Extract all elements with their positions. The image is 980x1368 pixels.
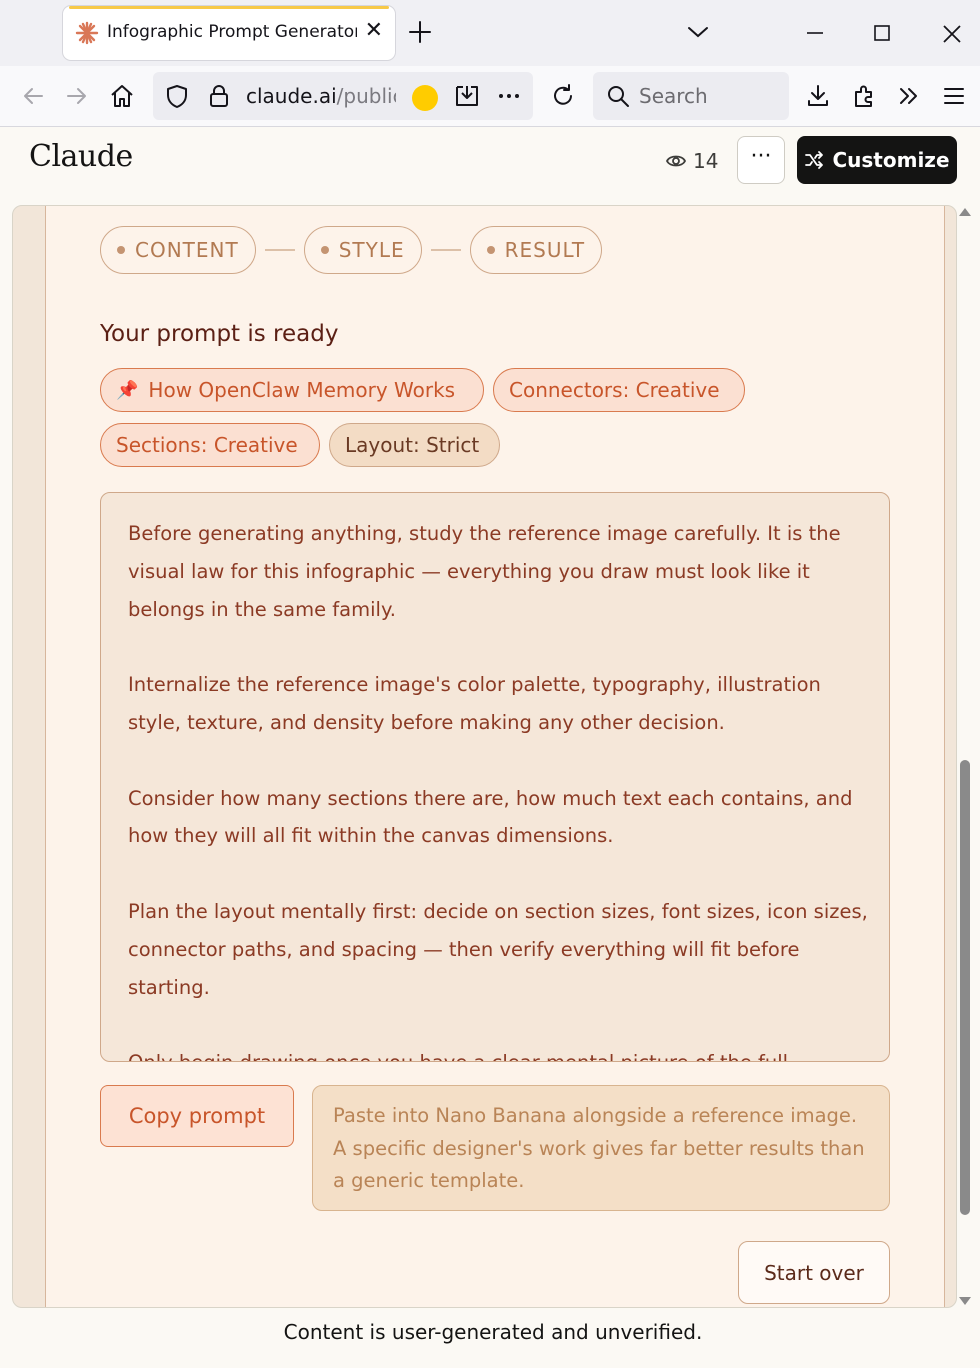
step-style-label: STYLE <box>338 238 405 262</box>
layout-tag-label: Layout: Strict <box>345 433 480 457</box>
prompt-output-text: Before generating anything, study the re… <box>128 515 868 1061</box>
view-count-value: 14 <box>693 149 719 173</box>
save-to-pocket-icon[interactable] <box>453 83 481 109</box>
step-content[interactable]: CONTENT <box>100 226 256 274</box>
prompt-paragraph: Internalize the reference image's color … <box>128 673 821 734</box>
browser-nav-bar: claude.ai/public/ Search <box>0 66 980 127</box>
pushpin-icon: 📌 <box>116 379 139 401</box>
result-heading: Your prompt is ready <box>100 321 339 347</box>
scroll-up-arrow-icon[interactable] <box>959 208 971 216</box>
tab-title: Infographic Prompt Generator for Nano Ba… <box>107 22 357 42</box>
search-icon <box>608 86 629 107</box>
shield-icon[interactable] <box>164 83 190 109</box>
prompt-paragraph: Only begin drawing once you have a clear… <box>128 1044 868 1061</box>
scroll-down-arrow-icon[interactable] <box>959 1297 971 1305</box>
copy-prompt-button[interactable]: Copy prompt <box>100 1085 294 1147</box>
step-dot <box>320 246 329 254</box>
disclaimer-footer: Content is user-generated and unverified… <box>283 1320 703 1344</box>
window-close-icon[interactable] <box>940 22 964 46</box>
layout-tag: Layout: Strict <box>329 423 500 467</box>
url-bar[interactable]: claude.ai/public/ <box>153 72 533 120</box>
new-tab-icon[interactable] <box>406 18 434 46</box>
view-count: 14 <box>665 147 718 175</box>
step-result[interactable]: RESULT <box>469 226 603 274</box>
back-arrow-icon[interactable] <box>20 83 46 109</box>
customize-label: Customize <box>832 148 950 172</box>
step-dot <box>486 246 495 254</box>
frame-scrollbar[interactable] <box>958 205 972 1308</box>
search-box[interactable]: Search <box>593 72 789 120</box>
search-placeholder: Search <box>639 84 708 108</box>
hamburger-menu-icon[interactable] <box>941 83 967 109</box>
tab-close-icon[interactable]: ✕ <box>365 19 383 43</box>
sections-tag-label: Sections: Creative <box>116 433 298 457</box>
step-style[interactable]: STYLE <box>303 226 422 274</box>
step-result-label: RESULT <box>504 238 586 262</box>
topic-tag: 📌 How OpenClaw Memory Works <box>100 368 484 412</box>
artifact-frame: CONTENT STYLE RESULT Your prompt is read… <box>12 205 957 1308</box>
more-options-button[interactable]: ··· <box>737 136 785 184</box>
extensions-puzzle-icon[interactable] <box>851 83 877 109</box>
downloads-icon[interactable] <box>805 83 831 109</box>
url-host: claude.ai <box>246 84 337 108</box>
connectors-tag: Connectors: Creative <box>493 368 745 412</box>
step-indicator: CONTENT STYLE RESULT <box>100 226 603 274</box>
scroll-thumb[interactable] <box>960 760 970 1215</box>
browser-tab-bar: Infographic Prompt Generator for Nano Ba… <box>0 0 980 66</box>
connectors-tag-label: Connectors: Creative <box>509 378 720 402</box>
tab-active-indicator <box>69 6 389 9</box>
overflow-chevrons-icon[interactable] <box>896 83 922 109</box>
prompt-paragraph: Consider how many sections there are, ho… <box>128 786 853 848</box>
claude-favicon-icon <box>75 21 99 45</box>
step-connector <box>264 249 295 251</box>
minimize-icon[interactable] <box>804 22 826 44</box>
step-content-label: CONTENT <box>135 238 239 262</box>
prompt-generator-app: CONTENT STYLE RESULT Your prompt is read… <box>45 206 945 1307</box>
tab-list-chevron-icon[interactable] <box>686 22 710 42</box>
home-icon[interactable] <box>109 83 135 109</box>
sections-tag: Sections: Creative <box>100 423 320 467</box>
lock-icon[interactable] <box>206 83 232 109</box>
site-header: Claude 14 ··· Customize <box>0 127 980 205</box>
step-dot <box>117 246 125 254</box>
forward-arrow-icon[interactable] <box>64 83 90 109</box>
usage-tip: Paste into Nano Banana alongside a refer… <box>312 1085 890 1211</box>
topic-tag-label: How OpenClaw Memory Works <box>148 378 456 402</box>
shuffle-icon <box>805 151 824 169</box>
reload-icon[interactable] <box>550 83 576 109</box>
customize-button[interactable]: Customize <box>797 136 957 184</box>
prompt-output-box[interactable]: Before generating anything, study the re… <box>100 492 890 1062</box>
eye-icon <box>665 155 687 167</box>
prompt-paragraph: Before generating anything, study the re… <box>128 522 841 621</box>
browser-tab[interactable]: Infographic Prompt Generator for Nano Ba… <box>63 6 395 60</box>
start-over-button[interactable]: Start over <box>738 1241 890 1304</box>
url-path: /public/ <box>336 84 396 108</box>
claude-logo[interactable]: Claude <box>29 139 133 174</box>
prompt-paragraph: Plan the layout mentally first: decide o… <box>128 899 868 999</box>
page-actions-menu-icon[interactable] <box>496 83 522 109</box>
extension-badge-icon[interactable] <box>412 85 438 111</box>
maximize-icon[interactable] <box>871 22 893 44</box>
step-connector <box>430 249 461 251</box>
url-text[interactable]: claude.ai/public/ <box>246 84 396 108</box>
